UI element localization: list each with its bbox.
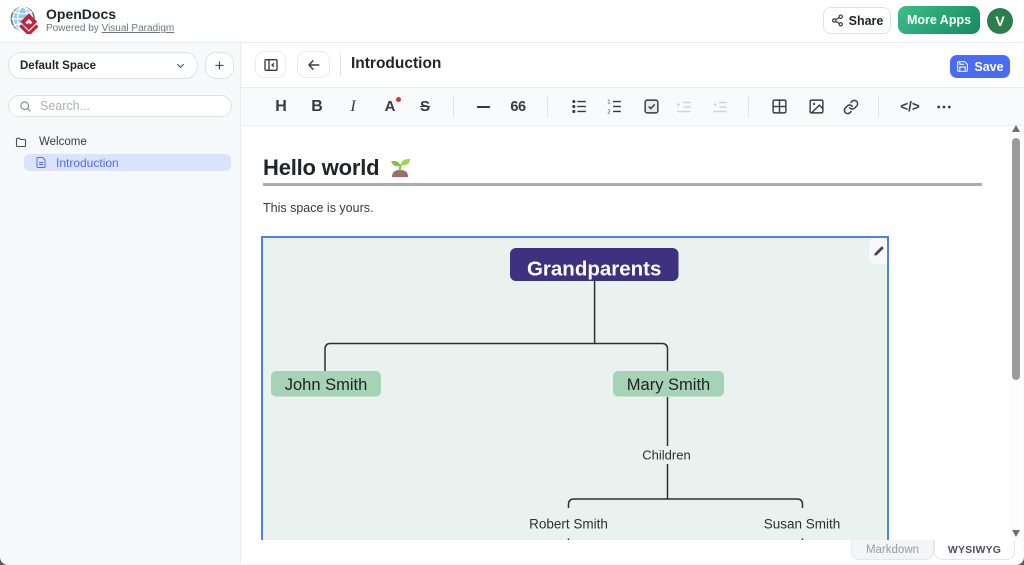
svg-text:Robert Smith: Robert Smith bbox=[529, 517, 608, 532]
svg-text:2: 2 bbox=[607, 110, 610, 115]
svg-text:Mary Smith: Mary Smith bbox=[627, 376, 710, 394]
svg-text:Susan Smith: Susan Smith bbox=[764, 517, 841, 532]
svg-text:Children: Children bbox=[642, 448, 690, 463]
svg-text:John Smith: John Smith bbox=[285, 376, 368, 394]
svg-text:Grandparents: Grandparents bbox=[527, 258, 661, 281]
svg-text:1: 1 bbox=[607, 100, 610, 106]
